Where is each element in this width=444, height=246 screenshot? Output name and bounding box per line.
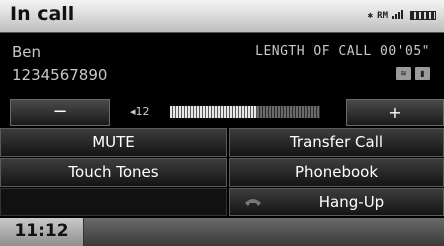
- hang-up-button[interactable]: Hang-Up: [229, 188, 444, 216]
- header-bar: In call ✱ RM: [0, 0, 444, 33]
- phonebook-button[interactable]: Phonebook: [229, 158, 444, 187]
- page-title: In call: [10, 3, 75, 25]
- hang-up-label: Hang-Up: [318, 193, 385, 211]
- hfl-icon: ≋: [396, 67, 411, 80]
- status-area: ✱ RM: [368, 9, 436, 22]
- call-info-panel: Ben 1234567890 LENGTH OF CALL 00'05" ≋ ▮: [0, 33, 444, 97]
- volume-bar[interactable]: [170, 106, 320, 118]
- volume-level-label: ◂12: [130, 105, 150, 118]
- call-status-icons: ≋ ▮: [396, 67, 430, 80]
- in-call-screen: In call ✱ RM Ben 1234567890 LENGTH OF CA…: [0, 0, 444, 246]
- signal-icon: [392, 9, 406, 22]
- call-length: LENGTH OF CALL 00'05": [255, 44, 430, 59]
- volume-down-button[interactable]: −: [10, 99, 110, 126]
- touch-tones-button[interactable]: Touch Tones: [0, 158, 227, 187]
- volume-row: − ◂12 +: [0, 99, 444, 126]
- caller-number: 1234567890: [12, 66, 108, 84]
- mute-button[interactable]: MUTE: [0, 128, 227, 157]
- hang-up-phone-icon: [245, 199, 261, 206]
- clock: 11:12: [0, 218, 84, 246]
- bluetooth-icon: ✱: [367, 10, 374, 21]
- transfer-call-button[interactable]: Transfer Call: [229, 128, 444, 157]
- battery-icon: [410, 11, 436, 20]
- volume-bar-remaining: [257, 106, 320, 118]
- empty-slot: [0, 188, 227, 216]
- call-menu: MUTE Transfer Call Touch Tones Phonebook…: [0, 128, 444, 216]
- volume-bar-fill: [170, 106, 257, 118]
- roaming-indicator: RM: [377, 10, 388, 21]
- footer-bar: 11:12: [0, 218, 444, 246]
- volume-up-button[interactable]: +: [346, 99, 444, 126]
- phone-handset-icon: ▮: [415, 67, 430, 80]
- caller-name: Ben: [12, 43, 42, 61]
